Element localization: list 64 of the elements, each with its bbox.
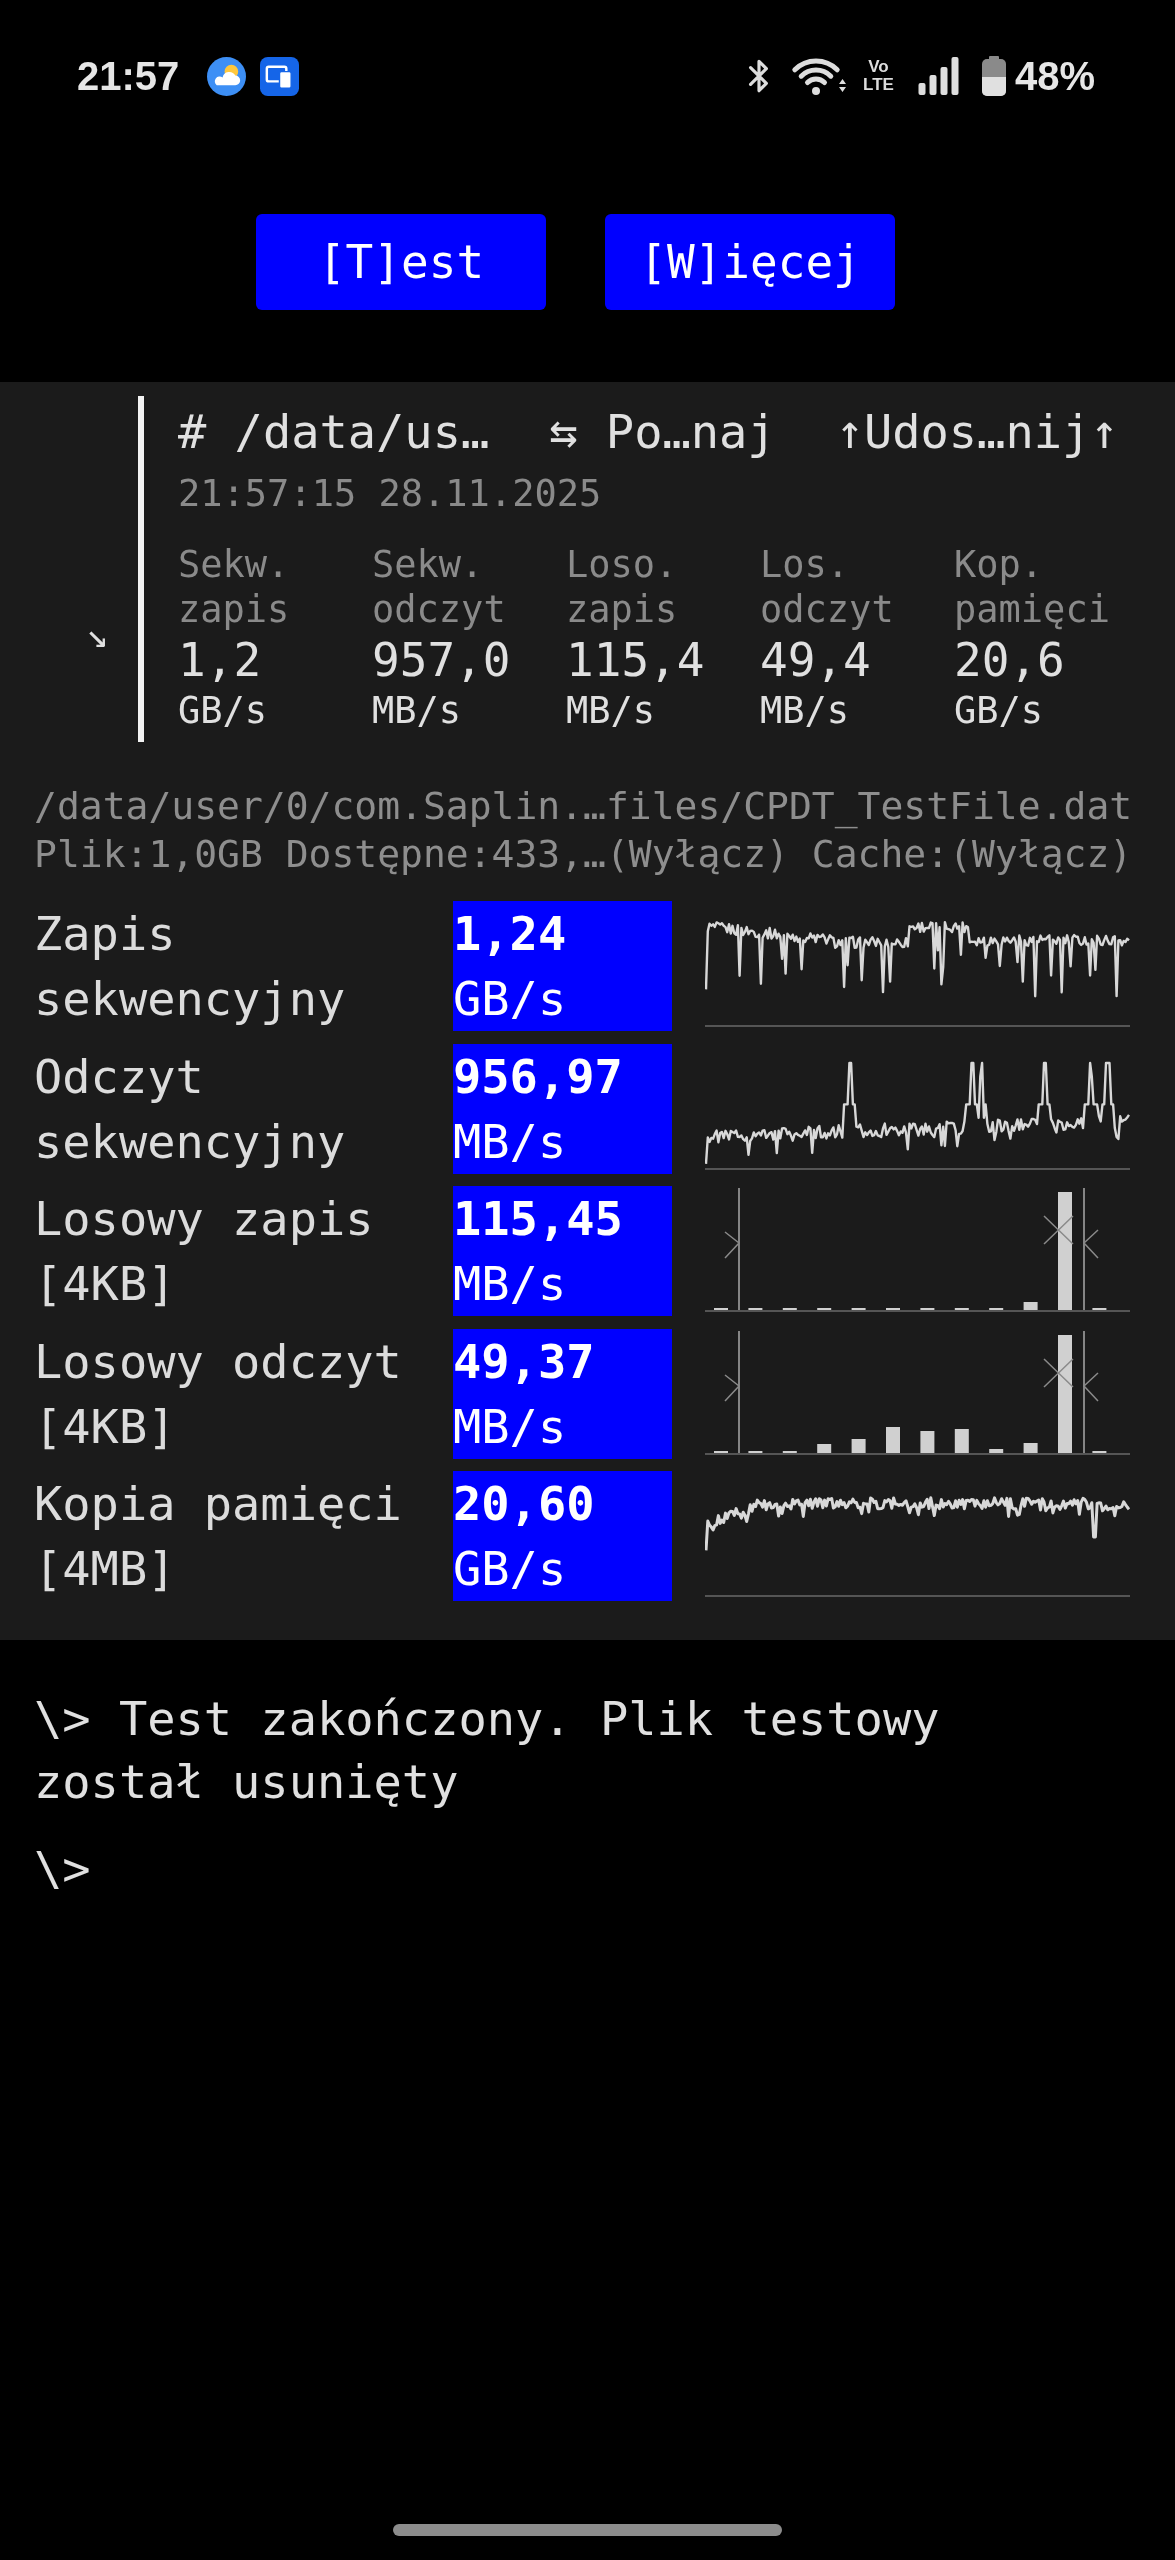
stat-unit: MB/s	[566, 688, 656, 733]
test-name: Losowy zapis [4KB]	[34, 1190, 375, 1313]
result-unit: GB/s	[453, 970, 567, 1028]
result-value: 115,45	[453, 1190, 623, 1248]
test-button[interactable]: [T]est	[256, 214, 546, 310]
path-link[interactable]: # /data/us…	[178, 402, 490, 462]
histogram-bar	[782, 1450, 797, 1453]
collapse-toggle[interactable]: ↘	[86, 612, 109, 658]
histogram-bar	[714, 1450, 728, 1453]
histogram-bar	[1023, 1302, 1038, 1310]
histogram-bar	[748, 1450, 763, 1453]
stat-label: Sekw. zapis	[178, 542, 290, 632]
stat-unit: MB/s	[372, 688, 462, 733]
stat-label: Kop. pamięci	[954, 542, 1110, 632]
histogram-bar	[954, 1428, 969, 1453]
stat-label: Los. odczyt	[760, 542, 894, 632]
cross-marker	[1043, 1357, 1074, 1388]
stat-unit: GB/s	[178, 688, 268, 733]
stat-value: 20,6	[954, 632, 1065, 688]
stat-label: Loso. zapis	[566, 542, 678, 632]
clock-time: 21:57	[77, 53, 180, 100]
result-value: 49,37	[453, 1332, 595, 1391]
histogram-bar	[851, 1438, 866, 1453]
result-unit: GB/s	[453, 1540, 567, 1598]
histogram-bar	[886, 1426, 900, 1453]
stat-value: 49,4	[760, 632, 871, 688]
histogram-bar	[920, 1430, 935, 1453]
wifi-icon	[791, 56, 848, 96]
result-unit: MB/s	[453, 1255, 567, 1313]
histogram-bar	[817, 1443, 832, 1453]
devices-icon	[260, 56, 300, 96]
test-name: Losowy odczyt [4KB]	[34, 1332, 403, 1456]
test-name: Kopia pamięci [4MB]	[34, 1475, 403, 1598]
file-details: Plik:1,0GB Dostępne:433,…(Wyłącz) Cache:(Wyłącz)	[34, 831, 1133, 878]
result-value: 20,60	[453, 1475, 595, 1533]
more-button[interactable]: [W]ięcej	[605, 214, 895, 310]
share-link[interactable]: ↑Udos…nij↑	[835, 402, 1119, 462]
result-value: 956,97	[453, 1047, 623, 1106]
histogram-bar	[989, 1448, 1004, 1453]
test-name: Odczyt sekwencyjny	[34, 1047, 347, 1171]
console-line: \> Test zakończony. Plik testowy został usunięty	[34, 1690, 941, 1811]
stat-value: 957,0	[372, 632, 511, 688]
result-unit: MB/s	[453, 1112, 567, 1171]
test-name: Zapis sekwencyjny	[34, 905, 347, 1028]
stat-unit: MB/s	[760, 688, 850, 733]
weather-icon	[207, 56, 247, 96]
file-path: /data/user/0/com.Saplin.…files/CPDT_TestFile.dat	[34, 783, 1133, 830]
stat-value: 1,2	[178, 632, 262, 688]
signal-icon	[917, 57, 959, 95]
battery-icon	[981, 56, 1006, 96]
stat-label: Sekw. odczyt	[372, 542, 506, 632]
histogram-bar	[1023, 1442, 1038, 1453]
result-unit: MB/s	[453, 1397, 567, 1456]
volte-label: Vo LTE	[863, 58, 894, 94]
stat-value: 115,4	[566, 632, 705, 688]
home-indicator[interactable]	[393, 2524, 782, 2536]
console-line: \>	[34, 1840, 91, 1898]
compare-link[interactable]: ⇆ Po…naj	[549, 402, 776, 462]
battery-percent: 48%	[1014, 53, 1095, 100]
timestamp: 21:57:15 28.11.2025	[178, 471, 602, 517]
cross-marker	[1043, 1215, 1074, 1245]
histogram-bar	[1092, 1450, 1107, 1453]
result-value: 1,24	[453, 905, 567, 963]
stat-unit: GB/s	[954, 688, 1044, 733]
